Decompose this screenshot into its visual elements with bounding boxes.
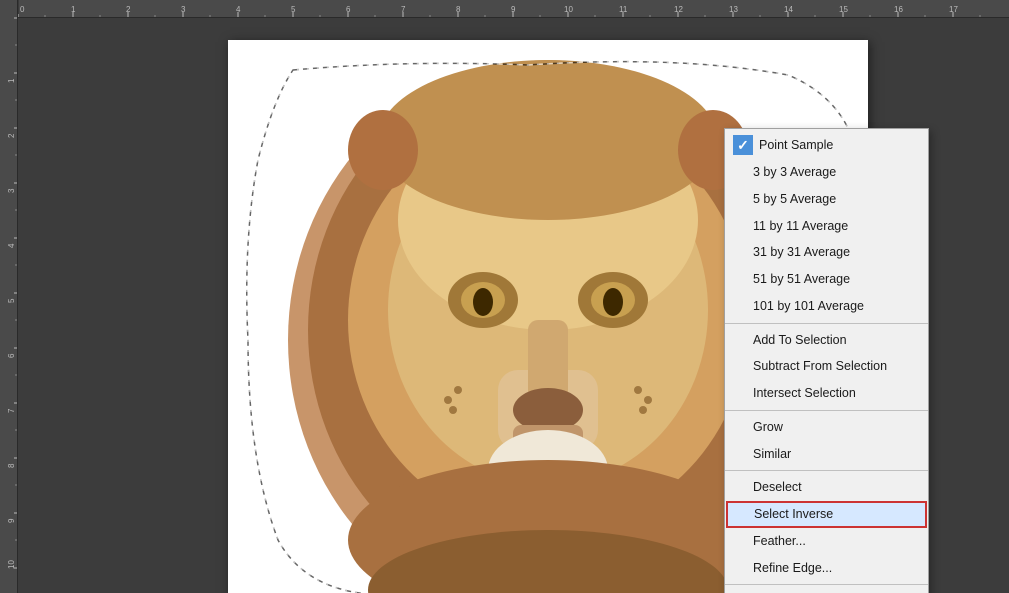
svg-text:7: 7 xyxy=(401,5,406,14)
canvas-area: ✓ Point Sample 3 by 3 Average 5 by 5 Ave… xyxy=(18,18,1009,593)
svg-text:6: 6 xyxy=(346,5,351,14)
svg-text:9: 9 xyxy=(511,5,516,14)
svg-text:8: 8 xyxy=(456,5,461,14)
ruler-top-svg: 0 1 2 3 4 5 6 7 8 9 10 11 12 13 xyxy=(0,0,1009,18)
context-menu: ✓ Point Sample 3 by 3 Average 5 by 5 Ave… xyxy=(724,128,929,593)
svg-text:11: 11 xyxy=(619,5,628,14)
svg-text:1: 1 xyxy=(7,78,16,83)
menu-item-select-inverse[interactable]: Select Inverse xyxy=(726,501,927,528)
menu-item-feather[interactable]: Feather... xyxy=(725,528,928,555)
menu-item-intersect-selection[interactable]: Intersect Selection xyxy=(725,380,928,407)
svg-text:16: 16 xyxy=(894,5,903,14)
svg-text:4: 4 xyxy=(236,5,241,14)
menu-separator-3 xyxy=(725,470,928,471)
svg-text:1: 1 xyxy=(71,5,76,14)
svg-text:9: 9 xyxy=(7,518,16,523)
menu-item-refine-edge[interactable]: Refine Edge... xyxy=(725,555,928,582)
menu-item-3x3-average[interactable]: 3 by 3 Average xyxy=(725,159,928,186)
point-sample-label: Point Sample xyxy=(759,138,833,152)
svg-text:8: 8 xyxy=(7,463,16,468)
menu-item-11x11-average[interactable]: 11 by 11 Average xyxy=(725,213,928,240)
svg-text:5: 5 xyxy=(291,5,296,14)
menu-item-save-selection[interactable]: Save Selection... xyxy=(725,588,928,593)
menu-item-51x51-average[interactable]: 51 by 51 Average xyxy=(725,266,928,293)
menu-item-101x101-average[interactable]: 101 by 101 Average xyxy=(725,293,928,320)
check-icon: ✓ xyxy=(733,135,753,155)
menu-item-deselect[interactable]: Deselect xyxy=(725,474,928,501)
menu-item-similar[interactable]: Similar xyxy=(725,441,928,468)
menu-separator-4 xyxy=(725,584,928,585)
svg-text:3: 3 xyxy=(7,188,16,193)
ruler-top: 0 1 2 3 4 5 6 7 8 9 10 11 12 13 xyxy=(0,0,1009,18)
menu-item-5x5-average[interactable]: 5 by 5 Average xyxy=(725,186,928,213)
svg-text:2: 2 xyxy=(7,133,16,138)
svg-text:6: 6 xyxy=(7,353,16,358)
menu-separator-1 xyxy=(725,323,928,324)
svg-text:7: 7 xyxy=(7,408,16,413)
menu-item-add-to-selection[interactable]: Add To Selection xyxy=(725,327,928,354)
menu-item-31x31-average[interactable]: 31 by 31 Average xyxy=(725,239,928,266)
svg-text:5: 5 xyxy=(7,298,16,303)
svg-text:10: 10 xyxy=(564,5,573,14)
svg-text:12: 12 xyxy=(674,5,683,14)
svg-text:17: 17 xyxy=(949,5,958,14)
menu-item-point-sample[interactable]: ✓ Point Sample xyxy=(725,131,928,159)
svg-text:3: 3 xyxy=(181,5,186,14)
svg-text:13: 13 xyxy=(729,5,738,14)
menu-item-subtract-from-selection[interactable]: Subtract From Selection xyxy=(725,353,928,380)
svg-text:14: 14 xyxy=(784,5,793,14)
svg-text:2: 2 xyxy=(126,5,131,14)
menu-item-grow[interactable]: Grow xyxy=(725,414,928,441)
svg-text:15: 15 xyxy=(839,5,848,14)
svg-text:0: 0 xyxy=(20,5,25,14)
ruler-left-svg: 1 2 3 4 5 6 7 8 9 10 xyxy=(0,0,18,593)
svg-text:4: 4 xyxy=(7,243,16,248)
ruler-left: 1 2 3 4 5 6 7 8 9 10 xyxy=(0,0,18,593)
menu-separator-2 xyxy=(725,410,928,411)
